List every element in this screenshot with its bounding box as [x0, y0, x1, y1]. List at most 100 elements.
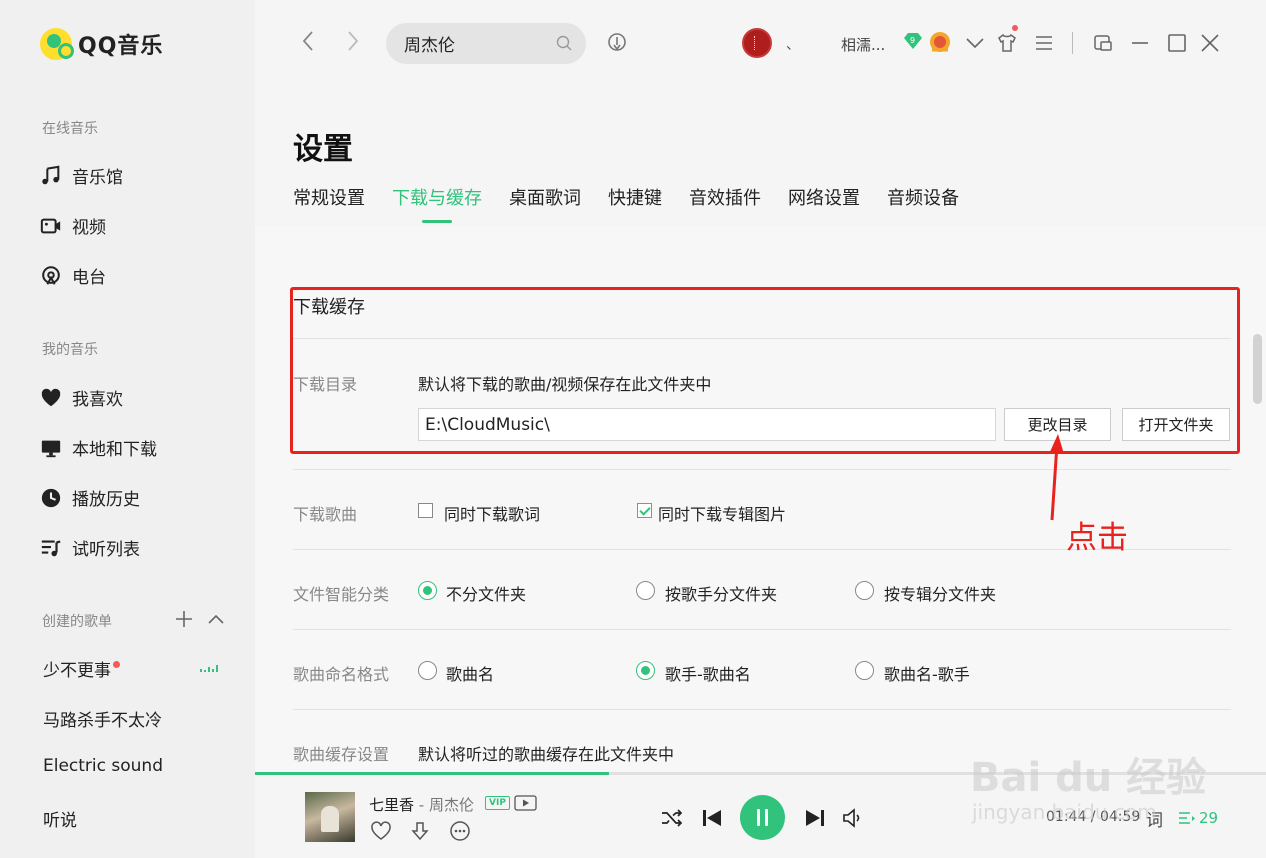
classify-by-artist-radio[interactable] [636, 581, 655, 600]
sidebar-item-history[interactable]: 播放历史 [40, 485, 140, 510]
sidebar-item-label: 音乐馆 [72, 168, 123, 188]
album-cover[interactable] [305, 792, 355, 842]
level-badge-icon[interactable] [927, 30, 953, 54]
sidebar: QQ音乐 在线音乐 音乐馆 视频 电台 我的音乐 我喜欢 本地和下载 播放历史 … [0, 0, 255, 858]
annotation-text: 点击 [1066, 520, 1128, 556]
new-indicator-dot [113, 661, 120, 668]
scrollbar[interactable] [1253, 334, 1262, 404]
menu-icon[interactable] [1033, 32, 1055, 54]
annotation-arrow-icon [1049, 434, 1064, 521]
tab-desktop-lyrics[interactable]: 桌面歌词 [509, 184, 581, 210]
svg-text:9: 9 [910, 36, 915, 45]
play-queue-button[interactable]: 29 [1178, 809, 1218, 827]
divider [293, 709, 1231, 710]
sidebar-item-label: 试听列表 [72, 540, 140, 560]
classify-option-label: 按歌手分文件夹 [665, 585, 778, 604]
top-bar: 周杰伦 、 相濡... 9 [255, 0, 1266, 90]
playlist-label: 马路杀手不太冷 [43, 711, 162, 731]
search-input[interactable]: 周杰伦 [386, 23, 586, 64]
download-icon[interactable] [409, 820, 431, 842]
download-lyrics-label: 同时下载歌词 [444, 505, 541, 524]
cache-label: 歌曲缓存设置 [293, 745, 390, 764]
search-icon[interactable] [556, 35, 572, 51]
forward-arrow-icon[interactable] [346, 30, 360, 52]
voice-search-icon[interactable] [607, 32, 627, 54]
playlist-item[interactable]: 马路杀手不太冷 [43, 706, 162, 731]
vip-badge: VIP [485, 796, 510, 810]
more-icon[interactable] [449, 820, 471, 842]
sidebar-item-radio[interactable]: 电台 [40, 263, 106, 288]
previous-track-icon[interactable] [700, 806, 724, 830]
naming-label: 歌曲命名格式 [293, 665, 390, 684]
sidebar-item-label: 本地和下载 [72, 440, 157, 460]
settings-tabs: 常规设置 下载与缓存 桌面歌词 快捷键 音效插件 网络设置 音频设备 [293, 184, 986, 223]
naming-artist-song-radio[interactable] [636, 661, 655, 680]
created-playlists-title: 创建的歌单 [42, 614, 112, 630]
music-note-icon [42, 165, 60, 184]
queue-list-icon [1179, 812, 1195, 824]
maximize-icon[interactable] [1166, 32, 1188, 54]
sidebar-item-music-hall[interactable]: 音乐馆 [40, 163, 123, 188]
download-lyrics-checkbox[interactable] [418, 503, 433, 518]
heart-icon [41, 388, 61, 406]
classify-none-radio[interactable] [418, 581, 437, 600]
username[interactable]: 相濡... [841, 34, 885, 55]
sidebar-item-label: 播放历史 [72, 490, 140, 510]
page-title: 设置 [293, 132, 353, 167]
header-divider [1072, 32, 1073, 54]
naming-option-label: 歌曲名 [446, 665, 495, 684]
shuffle-icon[interactable] [660, 806, 684, 830]
sidebar-item-trial-list[interactable]: 试听列表 [40, 535, 140, 560]
my-music-title: 我的音乐 [42, 342, 98, 358]
minimize-icon[interactable] [1129, 32, 1151, 54]
tab-network[interactable]: 网络设置 [788, 184, 860, 210]
highlight-box [290, 287, 1240, 454]
cache-desc: 默认将听过的歌曲缓存在此文件夹中 [418, 745, 675, 764]
song-name: 七里香 [369, 796, 415, 814]
classify-label: 文件智能分类 [293, 585, 390, 604]
history-icon [41, 488, 61, 507]
app-logo[interactable]: QQ音乐 [40, 28, 163, 60]
chevron-up-icon[interactable] [207, 612, 225, 626]
sidebar-item-label: 电台 [72, 268, 106, 288]
download-cover-checkbox[interactable] [637, 503, 652, 518]
tab-download-cache[interactable]: 下载与缓存 [392, 184, 482, 223]
chevron-down-icon[interactable] [964, 32, 986, 54]
song-artist: 周杰伦 [428, 796, 474, 814]
green-vip-badge-icon[interactable]: 9 [902, 31, 924, 51]
sidebar-item-favorites[interactable]: 我喜欢 [40, 385, 123, 410]
add-icon[interactable] [175, 610, 193, 628]
now-playing-bars-icon [200, 664, 218, 672]
video-icon [40, 218, 61, 233]
playlist-item[interactable]: 少不更事 [43, 656, 120, 681]
playlist-item[interactable]: 听说 [43, 806, 77, 831]
naming-song-radio[interactable] [418, 661, 437, 680]
sidebar-item-local-download[interactable]: 本地和下载 [40, 435, 157, 460]
naming-song-artist-radio[interactable] [855, 661, 874, 680]
playlist-icon [41, 539, 61, 556]
pause-button[interactable] [740, 795, 785, 840]
progress-fill [255, 772, 609, 775]
sidebar-item-video[interactable]: 视频 [40, 213, 106, 238]
mv-icon[interactable] [514, 795, 537, 811]
naming-option-label: 歌手-歌曲名 [665, 665, 751, 684]
tab-audio-device[interactable]: 音频设备 [887, 184, 959, 210]
tab-sound-plugins[interactable]: 音效插件 [689, 184, 761, 210]
skin-shirt-icon[interactable] [996, 32, 1018, 54]
radio-icon [42, 265, 60, 285]
playlist-item[interactable]: Electric sound [43, 756, 163, 776]
tab-shortcuts[interactable]: 快捷键 [608, 184, 662, 210]
now-playing-title[interactable]: 七里香 - 周杰伦 [369, 794, 474, 815]
like-heart-icon[interactable] [370, 820, 392, 842]
watermark-url: jingyan.baidu.com [972, 800, 1157, 824]
sidebar-item-label: 我喜欢 [72, 390, 123, 410]
avatar[interactable] [742, 28, 772, 58]
tab-general[interactable]: 常规设置 [293, 184, 365, 210]
close-icon[interactable] [1199, 32, 1221, 54]
next-track-icon[interactable] [803, 806, 827, 830]
volume-icon[interactable] [841, 806, 865, 830]
app-name: QQ音乐 [78, 34, 164, 59]
classify-by-album-radio[interactable] [855, 581, 874, 600]
mini-mode-icon[interactable] [1092, 32, 1114, 54]
back-arrow-icon[interactable] [301, 30, 315, 52]
